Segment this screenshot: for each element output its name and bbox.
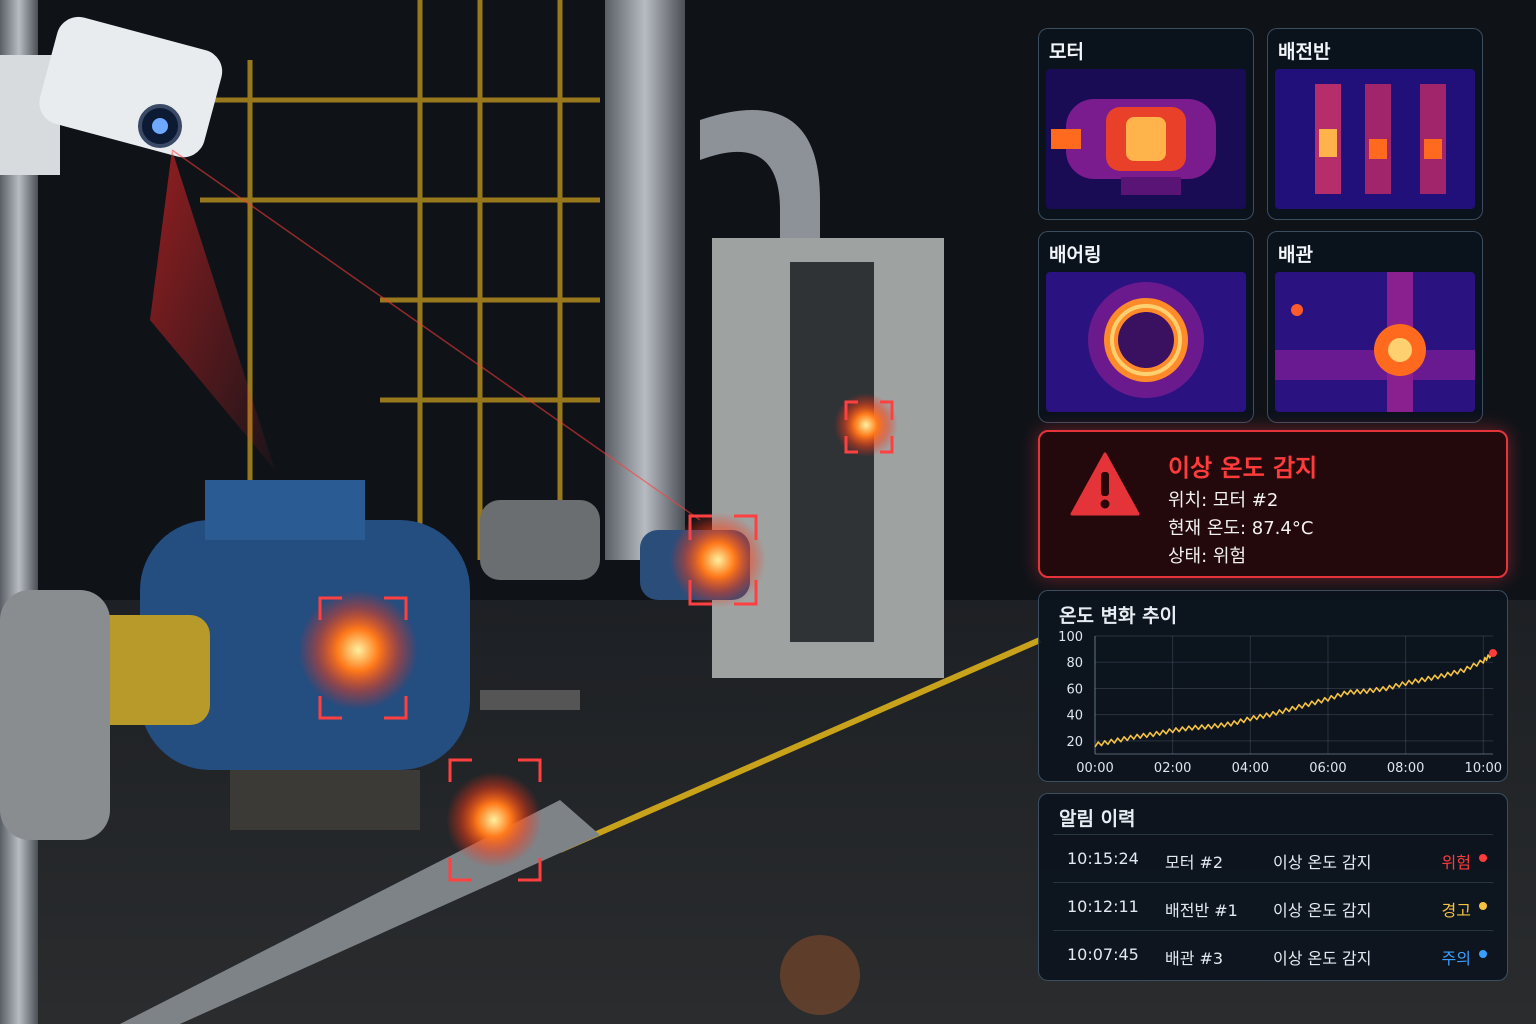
thermal-card-switchboard[interactable]: 배전반 xyxy=(1267,28,1483,220)
thermal-card-motor[interactable]: 모터 xyxy=(1038,28,1254,220)
history-event: 이상 온도 감지 xyxy=(1273,901,1372,920)
history-level: 경고 xyxy=(1441,901,1471,920)
history-event: 이상 온도 감지 xyxy=(1273,853,1372,872)
temperature-trend-panel: 온도 변화 추이 20 40 60 80 100 00:00 02:00 04:00 06:00… xyxy=(1038,590,1508,782)
x-tick-label: 10:00 xyxy=(1465,761,1502,776)
switchboard-thermal-icon xyxy=(1275,69,1475,209)
latest-reading-point xyxy=(1489,649,1497,658)
status-dot-icon xyxy=(1479,950,1487,958)
thermal-card-title: 배어링 xyxy=(1049,244,1102,266)
alert-status: 상태: 위험 xyxy=(1168,546,1247,567)
history-level: 주의 xyxy=(1441,949,1471,968)
thermal-card-bearing[interactable]: 배어링 xyxy=(1038,231,1254,423)
x-tick-label: 00:00 xyxy=(1076,761,1113,776)
history-row[interactable]: 10:15:24 모터 #2 이상 온도 감지 위험 xyxy=(1053,834,1493,881)
motor-thermal-icon xyxy=(1046,69,1246,209)
y-tick-label: 100 xyxy=(1058,630,1083,645)
history-location: 배관 #3 xyxy=(1165,949,1224,968)
history-row[interactable]: 10:07:45 배관 #3 이상 온도 감지 주의 xyxy=(1053,930,1493,977)
history-time: 10:07:45 xyxy=(1067,945,1139,964)
history-level: 위험 xyxy=(1441,853,1471,872)
history-time: 10:12:11 xyxy=(1067,897,1139,916)
temperature-series-line xyxy=(1094,651,1494,748)
y-tick-label: 80 xyxy=(1066,656,1083,671)
y-tick-label: 20 xyxy=(1066,735,1083,750)
y-tick-label: 60 xyxy=(1066,682,1083,697)
thermal-card-title: 배관 xyxy=(1278,244,1313,266)
thermal-card-title: 모터 xyxy=(1049,41,1084,63)
x-tick-label: 02:00 xyxy=(1154,761,1191,776)
alert-history-panel: 알림 이력 10:15:24 모터 #2 이상 온도 감지 위험 10:12:1… xyxy=(1038,793,1508,981)
x-tick-label: 04:00 xyxy=(1232,761,1269,776)
history-event: 이상 온도 감지 xyxy=(1273,949,1372,968)
bearing-thermal-icon xyxy=(1046,272,1246,412)
history-row[interactable]: 10:12:11 배전반 #1 이상 온도 감지 경고 xyxy=(1053,882,1493,929)
x-tick-label: 08:00 xyxy=(1387,761,1424,776)
history-location: 배전반 #1 xyxy=(1165,901,1238,920)
status-dot-icon xyxy=(1479,902,1487,910)
temperature-trend-chart: 20 40 60 80 100 00:00 02:00 04:00 06:00 08:00 10:0… xyxy=(1058,630,1502,776)
thermal-card-title: 배전반 xyxy=(1278,41,1331,63)
pipe-thermal-icon xyxy=(1275,272,1475,412)
status-dot-icon xyxy=(1479,854,1487,862)
history-location: 모터 #2 xyxy=(1165,853,1224,872)
thermal-card-pipe[interactable]: 배관 xyxy=(1267,231,1483,423)
y-tick-label: 40 xyxy=(1066,709,1083,724)
x-tick-label: 06:00 xyxy=(1309,761,1346,776)
alert-title: 이상 온도 감지 xyxy=(1168,454,1318,482)
temperature-alert-panel: 이상 온도 감지 위치: 모터 #2 현재 온도: 87.4°C 상태: 위험 xyxy=(1038,430,1508,578)
alert-temperature: 현재 온도: 87.4°C xyxy=(1168,518,1314,539)
warning-triangle-icon xyxy=(1070,452,1140,516)
history-time: 10:15:24 xyxy=(1067,849,1139,868)
history-title: 알림 이력 xyxy=(1059,808,1136,830)
alert-location: 위치: 모터 #2 xyxy=(1168,490,1279,511)
